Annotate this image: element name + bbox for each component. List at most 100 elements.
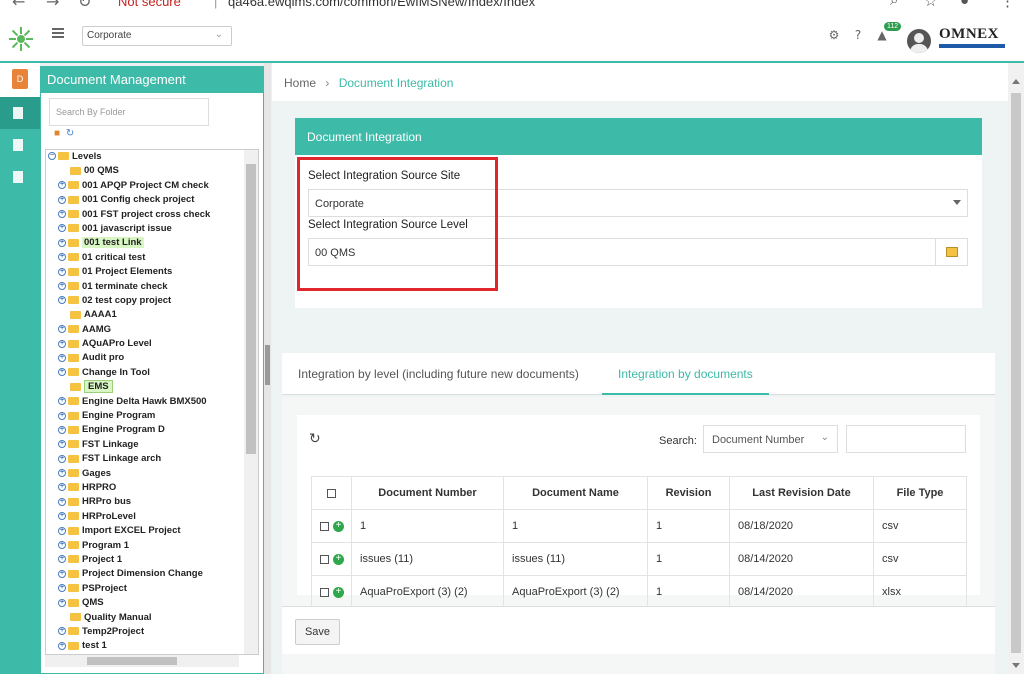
hamburger-menu-icon[interactable] bbox=[52, 28, 64, 40]
panel-splitter[interactable] bbox=[264, 63, 271, 674]
col-file-type[interactable]: File Type bbox=[873, 476, 967, 510]
expand-row-icon[interactable]: + bbox=[333, 586, 344, 598]
tree-item[interactable]: + FST Linkage bbox=[46, 438, 258, 452]
row-checkbox[interactable] bbox=[320, 554, 329, 564]
expand-row-icon[interactable]: + bbox=[333, 553, 344, 565]
tree-item[interactable]: 00 QMS bbox=[46, 164, 258, 178]
tree-item[interactable]: + HRPro bus bbox=[46, 495, 258, 509]
expand-icon[interactable]: + bbox=[58, 541, 66, 550]
expand-icon[interactable]: + bbox=[58, 195, 66, 204]
expand-icon[interactable]: + bbox=[58, 454, 66, 463]
folder-search-input[interactable]: Search By Folder bbox=[49, 98, 209, 126]
tree-item[interactable]: + Change In Tool bbox=[46, 366, 258, 380]
row-checkbox[interactable] bbox=[320, 587, 329, 597]
tree-vertical-scrollbar[interactable] bbox=[244, 150, 258, 654]
tree-item[interactable]: + Program 1 bbox=[46, 539, 258, 553]
tree-item[interactable]: + QMS bbox=[46, 596, 258, 610]
tree-item[interactable]: + test 1 bbox=[46, 639, 258, 653]
tree-item[interactable]: + Audit pro bbox=[46, 351, 258, 365]
tree-item[interactable]: Quality Manual bbox=[46, 611, 258, 625]
table-row[interactable]: + issues (11) issues (11) 1 08/14/2020 csv bbox=[311, 542, 967, 576]
row-checkbox[interactable] bbox=[320, 521, 329, 531]
expand-icon[interactable]: + bbox=[58, 253, 66, 262]
col-document-name[interactable]: Document Name bbox=[503, 476, 648, 510]
bookmark-star-icon[interactable]: ☆ bbox=[924, 0, 937, 10]
breadcrumb-home[interactable]: Home bbox=[284, 76, 316, 90]
reload-icon[interactable]: ↻ bbox=[78, 0, 91, 11]
expand-icon[interactable]: + bbox=[58, 569, 66, 578]
expand-icon[interactable]: + bbox=[58, 296, 66, 305]
tree-item[interactable]: + Temp2Project bbox=[46, 625, 258, 639]
tree-item[interactable]: +01 terminate check bbox=[46, 280, 258, 294]
expand-icon[interactable]: + bbox=[58, 497, 66, 506]
tree-item[interactable]: + Project Dimension Change bbox=[46, 567, 258, 581]
select-all-checkbox[interactable] bbox=[327, 488, 336, 498]
expand-icon[interactable]: + bbox=[58, 397, 66, 406]
rail-item-1[interactable] bbox=[0, 97, 40, 129]
rail-item-3[interactable] bbox=[0, 161, 40, 193]
tree-item[interactable]: + AAMG bbox=[46, 323, 258, 337]
tree-item[interactable]: +001 APQP Project CM check bbox=[46, 179, 258, 193]
level-picker-button[interactable] bbox=[935, 239, 967, 265]
rail-item-2[interactable] bbox=[0, 129, 40, 161]
search-icon[interactable]: ⌕ bbox=[890, 0, 898, 9]
expand-icon[interactable]: + bbox=[58, 224, 66, 233]
tree-item[interactable]: + Engine Program D bbox=[46, 423, 258, 437]
expand-icon[interactable]: + bbox=[58, 512, 66, 521]
expand-icon[interactable]: + bbox=[58, 325, 66, 334]
tree-item[interactable]: + HRPRO bbox=[46, 481, 258, 495]
site-selector[interactable]: Corporate ⌄ bbox=[82, 26, 232, 46]
tree-horizontal-scrollbar[interactable] bbox=[45, 655, 239, 667]
tree-item[interactable]: + FST Linkage arch bbox=[46, 452, 258, 466]
col-revision[interactable]: Revision bbox=[647, 476, 730, 510]
search-input[interactable] bbox=[846, 425, 966, 453]
tree-item[interactable]: EMS bbox=[46, 380, 258, 394]
refresh-icon[interactable]: ↻ bbox=[309, 431, 321, 447]
expand-icon[interactable]: + bbox=[58, 526, 66, 535]
expand-icon[interactable]: + bbox=[58, 425, 66, 434]
expand-icon[interactable]: + bbox=[58, 181, 66, 190]
tab-integration-by-level[interactable]: Integration by level (including future n… bbox=[282, 353, 595, 395]
tree-item[interactable]: +01 critical test bbox=[46, 251, 258, 265]
expand-icon[interactable]: + bbox=[58, 210, 66, 219]
profile-icon[interactable]: ● bbox=[960, 0, 969, 9]
collapse-icon[interactable]: − bbox=[48, 152, 56, 161]
address-bar[interactable]: qa46a.ewqims.com/common/EwIMSNew/Index/I… bbox=[228, 0, 535, 9]
expand-icon[interactable]: + bbox=[58, 238, 66, 247]
tree-item[interactable]: − Levels bbox=[46, 150, 258, 164]
search-by-select[interactable]: Document Number ⌄ bbox=[703, 425, 838, 453]
back-icon[interactable]: ← bbox=[12, 0, 25, 11]
forward-icon[interactable]: → bbox=[46, 0, 59, 11]
expand-icon[interactable]: + bbox=[58, 555, 66, 564]
tree-item[interactable]: +02 test copy project bbox=[46, 294, 258, 308]
tree-item[interactable]: + Gages bbox=[46, 467, 258, 481]
save-button[interactable]: Save bbox=[295, 619, 340, 645]
expand-icon[interactable]: + bbox=[58, 627, 66, 636]
expand-icon[interactable]: + bbox=[58, 641, 66, 650]
expand-icon[interactable]: + bbox=[58, 353, 66, 362]
tree-item[interactable]: +01 Project Elements bbox=[46, 265, 258, 279]
table-row[interactable]: + AquaProExport (3) (2) AquaProExport (3) … bbox=[311, 575, 967, 609]
expand-row-icon[interactable]: + bbox=[333, 520, 344, 532]
tree-item[interactable]: + Import EXCEL Project bbox=[46, 524, 258, 538]
tree-item[interactable]: +001 javascript issue bbox=[46, 222, 258, 236]
tab-integration-by-documents[interactable]: Integration by documents bbox=[602, 353, 769, 395]
security-warning[interactable]: Not secure bbox=[118, 0, 181, 9]
tree-item[interactable]: + Engine Delta Hawk BMX500 bbox=[46, 395, 258, 409]
refresh-tree-icon[interactable]: ↻ bbox=[66, 128, 74, 139]
expand-icon[interactable]: + bbox=[58, 368, 66, 377]
gear-icon[interactable]: ⚙ bbox=[827, 28, 841, 42]
table-row[interactable]: +1 1 1 08/18/2020 csv bbox=[311, 509, 967, 543]
tree-item[interactable]: + AQuAPro Level bbox=[46, 337, 258, 351]
main-vertical-scrollbar[interactable] bbox=[1008, 63, 1024, 674]
expand-icon[interactable]: + bbox=[58, 339, 66, 348]
rail-document-module[interactable]: D bbox=[0, 63, 40, 97]
tree-item[interactable]: + Project 1 bbox=[46, 553, 258, 567]
expand-icon[interactable]: + bbox=[58, 483, 66, 492]
menu-kebab-icon[interactable]: ⋮ bbox=[1000, 0, 1015, 10]
expand-icon[interactable]: + bbox=[58, 267, 66, 276]
help-icon[interactable]: ? bbox=[851, 28, 865, 42]
app-logo[interactable] bbox=[8, 26, 34, 52]
tree-item[interactable]: + Engine Program bbox=[46, 409, 258, 423]
expand-icon[interactable]: + bbox=[58, 282, 66, 290]
